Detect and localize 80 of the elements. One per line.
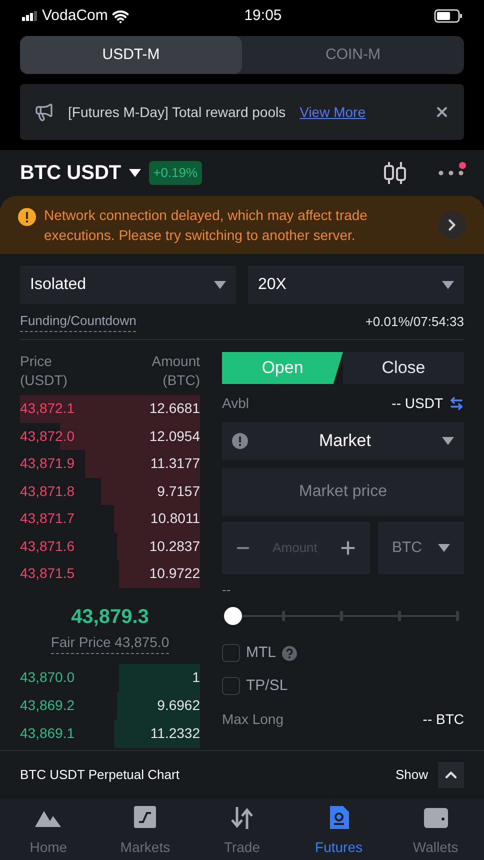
avbl-label: Avbl bbox=[222, 394, 249, 412]
close-icon[interactable] bbox=[434, 104, 450, 120]
nav-tab[interactable]: Markets bbox=[96, 798, 194, 860]
max-long-value: -- BTC bbox=[422, 710, 464, 729]
ask-amount: 10.9722 bbox=[149, 564, 200, 584]
option-label: TP/SL bbox=[246, 676, 288, 696]
pair-selector[interactable]: BTC USDT bbox=[20, 158, 142, 188]
chart-title: BTC USDT Perpetual Chart bbox=[20, 766, 180, 784]
market-tab[interactable]: USDT-M bbox=[20, 36, 242, 74]
ask-amount: 9.7157 bbox=[157, 482, 200, 501]
view-more-link[interactable]: View More bbox=[300, 102, 366, 122]
bid-price: 43,869.2 bbox=[20, 696, 74, 715]
ask-amount: 11.3177 bbox=[150, 454, 200, 474]
expand-button[interactable] bbox=[438, 762, 464, 788]
amount-unit: (BTC) bbox=[162, 371, 200, 390]
cost-value: -- bbox=[222, 582, 232, 598]
avbl-value: -- USDT bbox=[392, 394, 443, 412]
bid-price: 43,869.1 bbox=[20, 724, 74, 743]
ask-price: 43,871.6 bbox=[20, 536, 74, 556]
plus-icon[interactable] bbox=[338, 538, 358, 558]
info-icon bbox=[232, 433, 248, 449]
warning-text: Network connection delayed, which may affect trade executions. Please try switching to another server. bbox=[44, 206, 368, 245]
side-tab[interactable]: Open bbox=[222, 352, 343, 384]
ask-price: 43,872.1 bbox=[20, 399, 74, 418]
clock: 19:05 bbox=[243, 6, 283, 26]
price-unit: (USDT) bbox=[20, 371, 68, 390]
caret-icon bbox=[442, 437, 454, 445]
side-tab[interactable]: Close bbox=[343, 352, 464, 384]
caret-icon bbox=[438, 544, 450, 552]
candlestick-icon[interactable] bbox=[382, 161, 408, 185]
ask-price: 43,872.0 bbox=[20, 426, 74, 446]
bid-amount: 9.6962 bbox=[157, 696, 200, 715]
megaphone-icon bbox=[34, 102, 54, 122]
nav-tab[interactable]: Wallets bbox=[387, 798, 484, 860]
ask-amount: 12.0954 bbox=[149, 426, 200, 446]
price-header: Price bbox=[20, 352, 53, 371]
ask-amount: 12.6681 bbox=[149, 399, 200, 418]
bid-amount: 11.2332 bbox=[150, 724, 200, 743]
caret-icon bbox=[129, 169, 142, 177]
ask-amount: 10.2837 bbox=[149, 536, 200, 556]
nav-tab[interactable]: Trade bbox=[194, 798, 290, 860]
caret-icon bbox=[214, 281, 226, 289]
ask-price: 43,871.7 bbox=[20, 509, 74, 528]
funding-label[interactable]: Funding/Countdown bbox=[20, 311, 136, 332]
fair-price[interactable]: Fair Price 43,875.0 bbox=[50, 632, 170, 654]
margin-mode-dropdown[interactable]: Isolated bbox=[20, 266, 236, 304]
transfer-icon[interactable] bbox=[449, 396, 464, 410]
help-icon[interactable] bbox=[282, 646, 297, 661]
market-tab[interactable]: COIN-M bbox=[242, 36, 464, 74]
caret-icon bbox=[442, 281, 454, 289]
ask-amount: 10.8011 bbox=[150, 509, 200, 528]
nav-tab[interactable]: Home bbox=[0, 798, 97, 860]
announcement-text: [Futures M-Day] Total reward pools bbox=[68, 102, 286, 122]
nav-tab[interactable]: Futures bbox=[290, 798, 388, 860]
checkbox[interactable] bbox=[222, 644, 240, 662]
option-label: MTL bbox=[246, 643, 276, 663]
max-long-label: Max Long bbox=[222, 710, 284, 729]
order-type-dropdown[interactable]: Market bbox=[222, 422, 464, 460]
wifi-icon bbox=[112, 8, 129, 24]
ask-price: 43,871.5 bbox=[20, 564, 74, 584]
bid-amount: 1 bbox=[192, 668, 200, 687]
amount-header: Amount bbox=[152, 352, 200, 371]
ask-price: 43,871.9 bbox=[20, 454, 74, 474]
slider-thumb[interactable] bbox=[224, 607, 242, 625]
bid-price: 43,870.0 bbox=[20, 668, 74, 687]
more-icon[interactable] bbox=[438, 170, 464, 176]
ask-price: 43,871.8 bbox=[20, 482, 74, 501]
battery-icon bbox=[434, 9, 462, 23]
next-button[interactable] bbox=[438, 211, 466, 239]
show-label: Show bbox=[395, 766, 428, 784]
price-change-badge: +0.19% bbox=[149, 161, 202, 185]
warning-icon bbox=[18, 208, 36, 226]
funding-value: +0.01%/07:54:33 bbox=[365, 312, 464, 331]
carrier-name: VodaCom bbox=[42, 6, 108, 26]
unit-dropdown[interactable]: BTC bbox=[378, 522, 464, 574]
amount-slider[interactable] bbox=[224, 606, 462, 626]
last-price: 43,879.3 bbox=[71, 604, 149, 630]
checkbox[interactable] bbox=[222, 676, 240, 695]
signal-icon bbox=[22, 11, 38, 21]
leverage-dropdown[interactable]: 20X bbox=[248, 266, 464, 304]
